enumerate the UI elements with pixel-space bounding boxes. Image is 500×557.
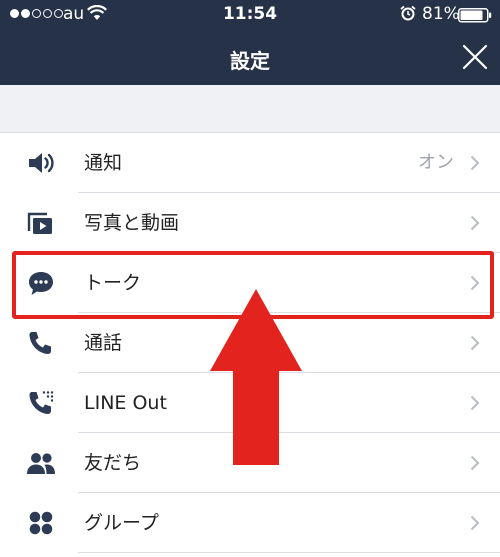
settings-item-label: 友だち	[84, 452, 142, 474]
settings-item-label: トーク	[84, 272, 142, 294]
settings-item-label: LINE Out	[84, 392, 167, 414]
chevron-right-icon	[470, 155, 480, 171]
alarm-icon	[400, 5, 416, 21]
photo-video-icon	[27, 212, 52, 234]
settings-item-groups[interactable]: グループ	[0, 493, 500, 553]
arrow-up-annotation	[210, 289, 302, 465]
chevron-right-icon	[470, 215, 480, 231]
settings-item-value: オン	[418, 152, 454, 173]
battery-icon	[458, 8, 492, 23]
chevron-right-icon	[470, 275, 480, 291]
line-out-phone-icon	[29, 391, 54, 414]
status-bar: au 11:54 81%	[0, 0, 500, 30]
settings-item-photos-videos[interactable]: 写真と動画	[0, 193, 500, 253]
phone-icon	[29, 332, 51, 354]
section-spacer	[0, 85, 500, 133]
group-icon	[29, 511, 53, 535]
chevron-right-icon	[470, 335, 480, 351]
close-icon[interactable]	[462, 44, 488, 70]
page-title: 設定	[230, 49, 270, 73]
header-bar: au 11:54 81% 設定	[0, 0, 500, 85]
chevron-right-icon	[470, 455, 480, 471]
settings-item-label: 写真と動画	[84, 212, 180, 234]
settings-item-label: 通知	[84, 152, 123, 174]
settings-item-notifications[interactable]: 通知 オン	[0, 133, 500, 193]
chevron-right-icon	[470, 395, 480, 411]
battery-percentage: 81%	[422, 4, 460, 24]
settings-item-label: 通話	[84, 332, 123, 354]
speaker-icon	[29, 153, 54, 173]
settings-item-label: グループ	[84, 512, 159, 534]
friends-icon	[27, 453, 55, 474]
chat-bubble-icon	[29, 272, 53, 295]
chevron-right-icon	[470, 515, 480, 531]
